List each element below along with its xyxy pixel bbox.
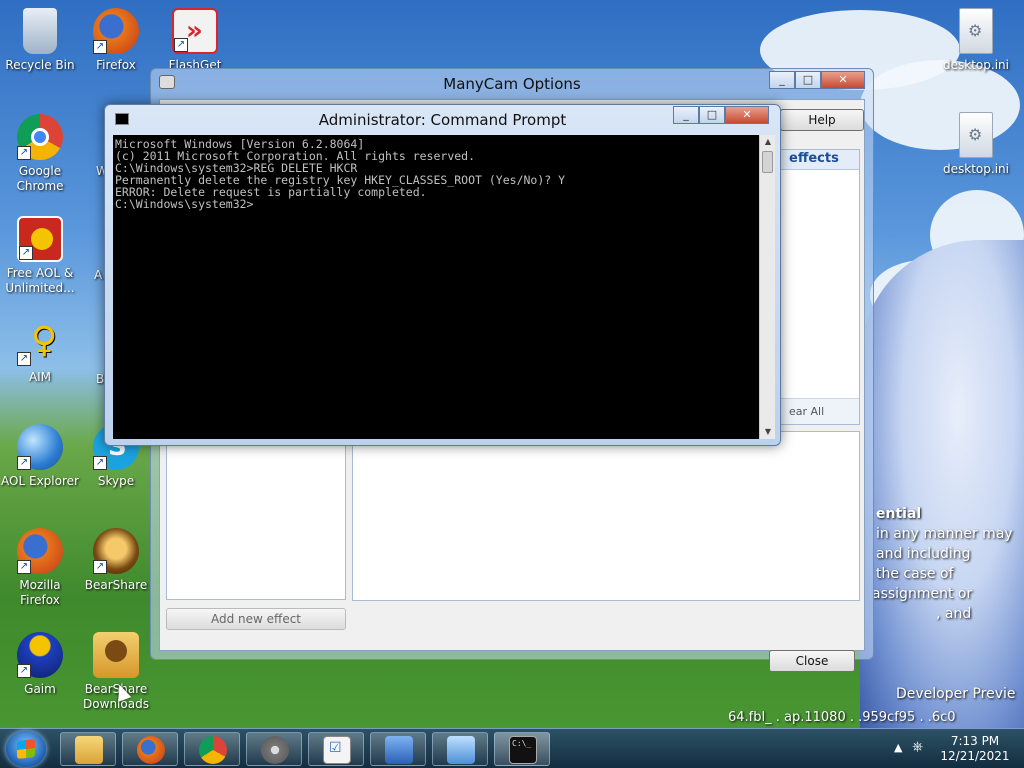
recycle-bin-icon: [23, 8, 57, 54]
effects-list-panel: effects ear All: [780, 149, 860, 425]
wallpaper-text: , and: [936, 606, 972, 622]
clock[interactable]: 7:13 PM 12/21/2021: [930, 734, 1020, 764]
desktop-icon-gaim[interactable]: ↗ Gaim: [0, 632, 80, 697]
gaim-icon: ↗: [17, 632, 63, 678]
help-button[interactable]: Help: [780, 109, 864, 131]
firefox-icon: ↗: [93, 8, 139, 54]
firefox-icon: ↗: [17, 528, 63, 574]
ini-file-icon: ⚙: [959, 112, 993, 158]
chrome-icon: ↗: [17, 114, 63, 160]
bearshare-icon: ↗: [93, 528, 139, 574]
desktop-icon-bearshare[interactable]: ↗ BearShare: [76, 528, 156, 593]
wallpaper-text: and including: [876, 546, 971, 562]
chrome-icon: [199, 736, 227, 764]
bearshare-folder-icon: [93, 632, 139, 678]
close-button[interactable]: Close: [769, 650, 855, 672]
scroll-up-arrow-icon[interactable]: ▲: [760, 135, 776, 149]
taskbar-media[interactable]: [246, 732, 302, 766]
taskbar: ☑ C:\_ ▲ ⎈ 7:13 PM 12/21/2021: [0, 728, 1024, 768]
network-tray-icon[interactable]: ⎈: [912, 739, 923, 755]
aol-explorer-icon: ↗: [17, 424, 63, 470]
window-title: ManyCam Options: [443, 75, 581, 93]
minimize-button[interactable]: _: [769, 71, 795, 89]
anime-character-art: [860, 240, 1024, 730]
desktop-icon-recycle-bin[interactable]: Recycle Bin: [0, 8, 80, 73]
wallpaper-text: the case of: [876, 566, 954, 582]
taskbar-explorer[interactable]: [60, 732, 116, 766]
aim-icon: ♀ ↗: [17, 320, 63, 366]
command-prompt-window[interactable]: Administrator: Command Prompt _ □ ✕ Micr…: [104, 104, 781, 446]
folder-icon: [75, 736, 103, 764]
desktop-icon-firefox[interactable]: ↗ Firefox: [76, 8, 156, 73]
scrollbar-thumb[interactable]: [762, 151, 773, 173]
film-reel-icon: [261, 736, 289, 764]
checklist-icon: ☑: [323, 736, 351, 764]
desktop-icon-flashget[interactable]: » ↗ FlashGet: [155, 8, 235, 68]
desktop-icon-bearshare-downloads[interactable]: BearShare Downloads: [76, 632, 156, 712]
taskbar-control-panel[interactable]: [432, 732, 488, 766]
aol-free-icon: ↗: [17, 216, 63, 262]
partial-icon-label: A: [94, 268, 103, 282]
taskbar-cmd[interactable]: C:\_: [494, 732, 550, 766]
scroll-down-arrow-icon[interactable]: ▼: [760, 425, 776, 439]
network-icon: [385, 736, 413, 764]
wallpaper-text: in any manner may: [876, 526, 1013, 542]
effects-tab[interactable]: effects: [781, 150, 859, 170]
show-hidden-icons-arrow-icon[interactable]: ▲: [894, 741, 902, 754]
ini-file-icon: ⚙: [959, 8, 993, 54]
effect-list: [166, 440, 346, 600]
effect-preview-panel: [352, 431, 860, 601]
close-window-button[interactable]: ✕: [821, 71, 865, 89]
close-window-button[interactable]: ✕: [725, 106, 769, 124]
vertical-scrollbar[interactable]: ▲ ▼: [759, 135, 775, 439]
desktop-icon-aim[interactable]: ♀ ↗ AIM: [0, 320, 80, 385]
control-panel-icon: [447, 736, 475, 764]
desktop-icon-desktop-ini[interactable]: ⚙ desktop.ini: [936, 112, 1016, 177]
clear-all-button[interactable]: ear All: [781, 398, 859, 424]
clock-time: 7:13 PM: [950, 734, 1000, 748]
add-new-effect-button[interactable]: Add new effect: [166, 608, 346, 630]
desktop-icon-free-aol[interactable]: ↗ Free AOL & Unlimited...: [0, 216, 80, 296]
windows-logo-icon: [17, 739, 35, 759]
minimize-button[interactable]: _: [673, 106, 699, 124]
wallpaper-text: assignment or: [872, 586, 973, 602]
firefox-icon: [137, 736, 165, 764]
build-watermark: Developer Previe: [896, 686, 1016, 702]
maximize-button[interactable]: □: [699, 106, 725, 124]
desktop-icon-aol-explorer[interactable]: ↗ AOL Explorer: [0, 424, 80, 489]
cmd-icon: C:\_: [509, 736, 537, 764]
desktop-icon-mozilla-firefox[interactable]: ↗ Mozilla Firefox: [0, 528, 80, 608]
taskbar-tasks[interactable]: ☑: [308, 732, 364, 766]
console-output[interactable]: Microsoft Windows [Version 6.2.8064] (c) …: [113, 135, 759, 439]
start-button[interactable]: [6, 731, 46, 767]
wallpaper-text: ential: [876, 506, 922, 522]
flashget-icon: » ↗: [172, 8, 218, 54]
maximize-button[interactable]: □: [795, 71, 821, 89]
desktop-icon-desktop-ini[interactable]: ⚙ desktop.ini: [936, 8, 1016, 73]
partial-icon-label: B: [96, 372, 105, 386]
taskbar-firefox[interactable]: [122, 732, 178, 766]
build-watermark: 64.fbl_ . ap.11080 . .959cf95 . .6c0: [728, 710, 956, 725]
desktop-icon-chrome[interactable]: ↗ Google Chrome: [0, 114, 80, 194]
clock-date: 12/21/2021: [940, 749, 1010, 763]
taskbar-network[interactable]: [370, 732, 426, 766]
console-prompt: C:\Windows\system32>: [115, 197, 254, 211]
taskbar-chrome[interactable]: [184, 732, 240, 766]
